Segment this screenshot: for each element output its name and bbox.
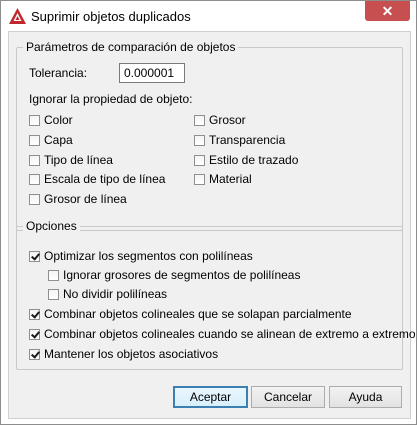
checkbox-label: Combinar objetos colineales cuando se al… — [44, 327, 416, 341]
checkbox-box[interactable] — [48, 288, 59, 300]
dialog-window: Suprimir objetos duplicados ✕ Parámetros… — [0, 0, 417, 425]
linetype-checkbox[interactable]: Tipo de línea — [29, 153, 113, 167]
layer-checkbox[interactable]: Capa — [29, 133, 73, 147]
checkbox-label: Estilo de trazado — [209, 153, 299, 167]
checkbox-label: Material — [209, 172, 252, 186]
combine-end-to-end-checkbox[interactable]: Combinar objetos colineales cuando se al… — [29, 327, 416, 341]
checkbox-box[interactable] — [29, 193, 40, 205]
checkbox-box[interactable] — [29, 328, 40, 340]
checkbox-label: Capa — [44, 133, 73, 147]
maintain-associative-checkbox[interactable]: Mantener los objetos asociativos — [29, 347, 218, 361]
checkbox-box[interactable] — [29, 348, 40, 360]
plot-style-checkbox[interactable]: Estilo de trazado — [194, 153, 298, 167]
checkbox-label: Ignorar grosores de segmentos de polilín… — [63, 268, 301, 282]
options-group-title: Opciones — [23, 219, 80, 233]
checkbox-box[interactable] — [194, 173, 205, 185]
checkbox-box[interactable] — [194, 134, 205, 146]
optimize-polyline-checkbox[interactable]: Optimizar los segmentos con polilíneas — [29, 249, 253, 263]
comparison-group: Parámetros de comparación de objetos Tol… — [16, 40, 403, 231]
checkbox-label: Transparencia — [209, 133, 286, 147]
checkbox-label: Mantener los objetos asociativos — [44, 347, 219, 361]
checkbox-label: No dividir polilíneas — [63, 287, 168, 301]
checkbox-box[interactable] — [29, 308, 40, 320]
help-button[interactable]: Ayuda — [329, 386, 402, 408]
checkbox-box[interactable] — [29, 134, 40, 146]
options-group: Opciones Optimizar los segmentos con pol… — [16, 219, 416, 370]
checkbox-box[interactable] — [29, 173, 40, 185]
comparison-group-title: Parámetros de comparación de objetos — [23, 40, 239, 54]
ignore-property-label: Ignorar la propiedad de objeto: — [29, 92, 193, 106]
transparency-checkbox[interactable]: Transparencia — [194, 133, 285, 147]
checkbox-label: Grosor — [209, 113, 246, 127]
lineweight-checkbox[interactable]: Grosor de línea — [29, 192, 127, 206]
cancel-button[interactable]: Cancelar — [251, 386, 325, 408]
checkbox-label: Color — [44, 113, 73, 127]
checkbox-label: Optimizar los segmentos con polilíneas — [44, 249, 253, 263]
checkbox-label: Combinar objetos colineales que se solap… — [44, 307, 352, 321]
checkbox-box[interactable] — [194, 114, 205, 126]
tolerance-label: Tolerancia: — [29, 66, 88, 80]
checkbox-label: Tipo de línea — [44, 153, 113, 167]
checkbox-box[interactable] — [194, 154, 205, 166]
material-checkbox[interactable]: Material — [194, 172, 252, 186]
checkbox-label: Escala de tipo de línea — [44, 172, 166, 186]
dialog-client: Parámetros de comparación de objetos Tol… — [8, 31, 416, 419]
checkbox-label: Grosor de línea — [44, 192, 127, 206]
checkbox-box[interactable] — [29, 250, 40, 262]
ignore-polyline-widths-checkbox[interactable]: Ignorar grosores de segmentos de polilín… — [48, 268, 300, 282]
linetype-scale-checkbox[interactable]: Escala de tipo de línea — [29, 172, 165, 186]
ok-button[interactable]: Aceptar — [173, 386, 248, 408]
checkbox-box[interactable] — [29, 114, 40, 126]
combine-overlapping-checkbox[interactable]: Combinar objetos colineales que se solap… — [29, 307, 352, 321]
checkbox-box[interactable] — [29, 154, 40, 166]
checkbox-box[interactable] — [48, 269, 59, 281]
color-checkbox[interactable]: Color — [29, 113, 73, 127]
autocad-logo-icon — [9, 8, 26, 24]
window-title: Suprimir objetos duplicados — [31, 9, 191, 24]
close-button[interactable]: ✕ — [365, 1, 410, 21]
do-not-break-polylines-checkbox[interactable]: No dividir polilíneas — [48, 287, 167, 301]
title-bar[interactable]: Suprimir objetos duplicados ✕ — [1, 1, 416, 31]
tolerance-input[interactable] — [119, 63, 185, 83]
thickness-checkbox[interactable]: Grosor — [194, 113, 246, 127]
